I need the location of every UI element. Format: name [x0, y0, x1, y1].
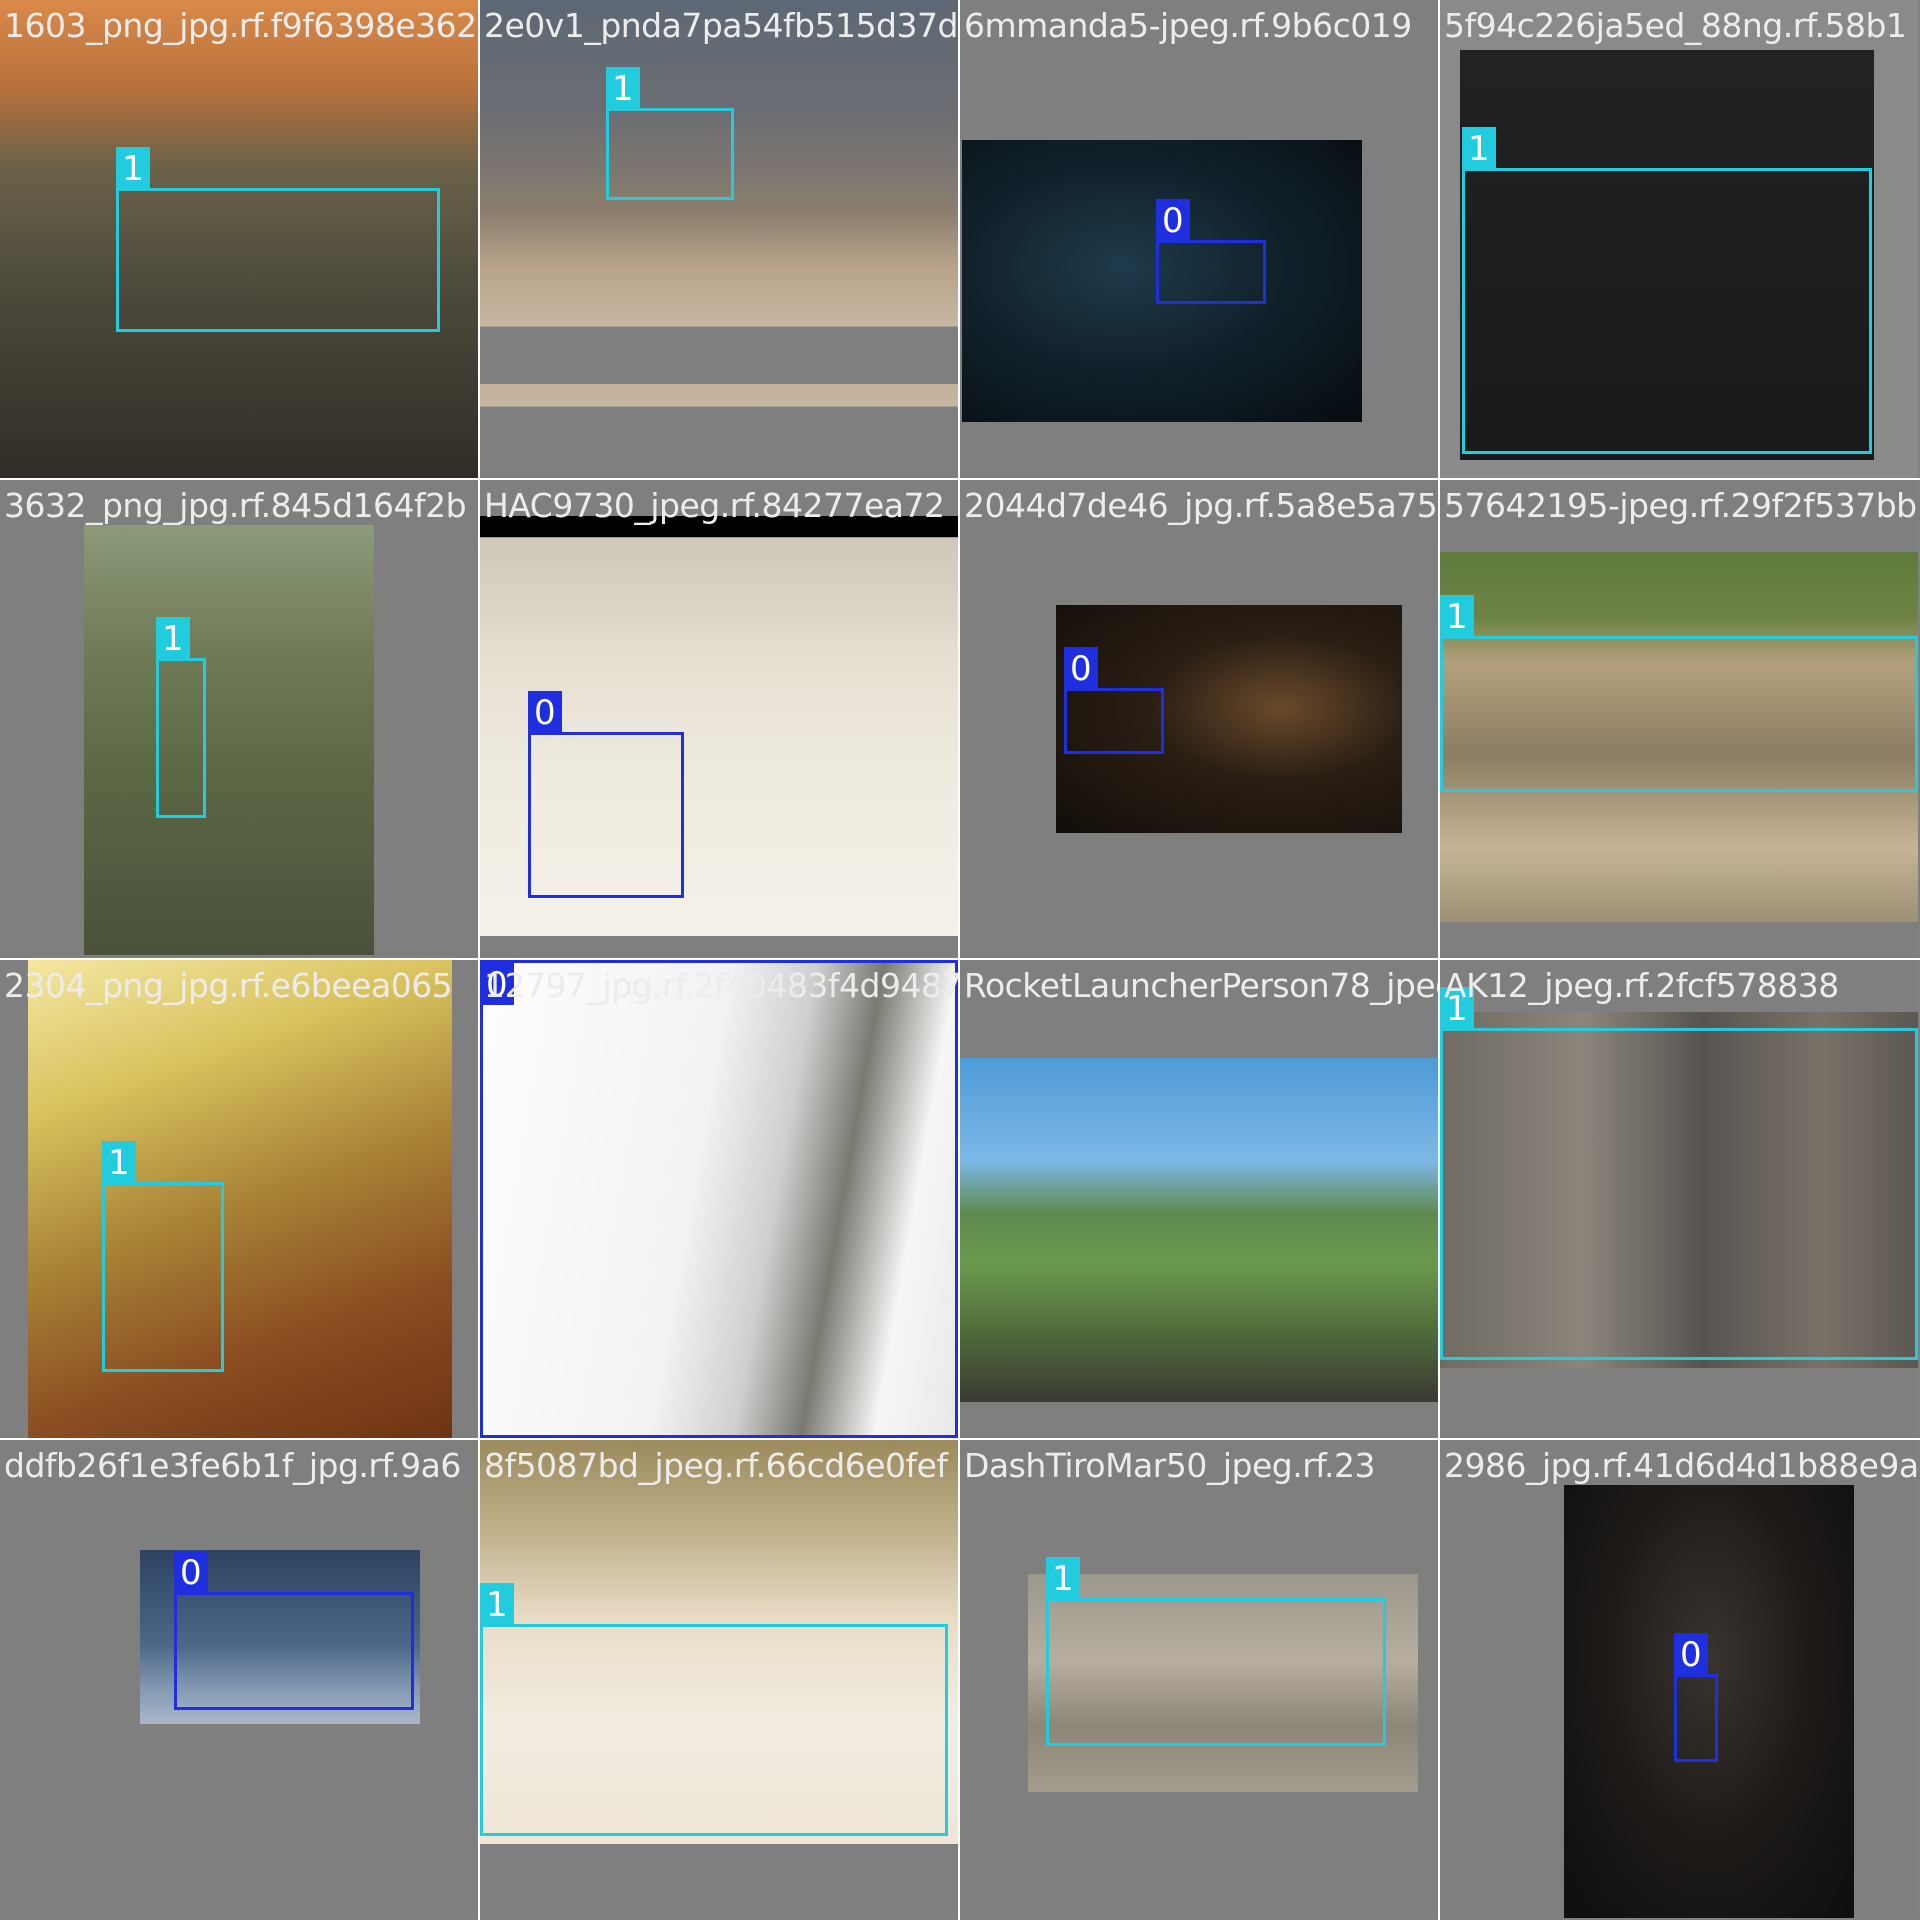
class-label: 0: [174, 1551, 208, 1593]
mosaic-tile: AK12_jpeg.rf.2fcf578838 1: [1440, 960, 1918, 1438]
grid-divider-horizontal: [0, 958, 1920, 960]
mosaic-tile: 6mmanda5-jpeg.rf.9b6c019 0: [960, 0, 1438, 478]
class-label: 1: [1046, 1557, 1080, 1599]
tile-photo: [84, 525, 374, 955]
grid-divider-vertical: [478, 0, 480, 1920]
class-label: 1: [116, 147, 150, 189]
detection-box: 1: [156, 617, 206, 818]
class-label: 0: [528, 691, 562, 733]
grid-divider-vertical: [958, 0, 960, 1920]
mosaic-tile: RocketLauncherPerson78_jpeg.rf.879: [960, 960, 1438, 1438]
class-label: 0: [1156, 199, 1190, 241]
detection-box: 1: [116, 147, 440, 332]
tile-caption: 2986_jpg.rf.41d6d4d1b88e9a: [1444, 1446, 1918, 1485]
class-label: 1: [1440, 595, 1474, 637]
class-label: 1: [480, 1583, 514, 1625]
mosaic-tile: 2044d7de46_jpg.rf.5a8e5a75a9 0: [960, 480, 1438, 958]
mosaic-tile: 57642195-jpeg.rf.29f2f537bba8 1: [1440, 480, 1918, 958]
tile-caption: 2044d7de46_jpg.rf.5a8e5a75a9: [964, 486, 1438, 525]
tile-caption: 5f94c226ja5ed_88ng.rf.58b1: [1444, 6, 1907, 45]
tile-photo: [960, 1058, 1438, 1402]
mosaic-tile: DashTiroMar50_jpeg.rf.23 1: [960, 1440, 1438, 1918]
class-label: 0: [1064, 647, 1098, 689]
tile-caption: HAC9730_jpeg.rf.84277ea72: [484, 486, 945, 525]
detection-box: 1: [1462, 127, 1872, 454]
mosaic-tile: 2986_jpg.rf.41d6d4d1b88e9a 0: [1440, 1440, 1918, 1918]
mosaic-tile: HAC9730_jpeg.rf.84277ea72 0: [480, 480, 958, 958]
class-label: 1: [102, 1141, 136, 1183]
class-label: 0: [1674, 1633, 1708, 1675]
detection-box: 1: [1440, 987, 1918, 1360]
tile-caption: 1603_png_jpg.rf.f9f6398e362507: [4, 6, 478, 45]
tile-caption: RocketLauncherPerson78_jpeg.rf.879: [964, 966, 1438, 1005]
tile-caption: 2304_png_jpg.rf.e6beea065: [4, 966, 453, 1005]
detection-box: 1: [1046, 1557, 1386, 1746]
class-label: 1: [606, 67, 640, 109]
tile-caption: ddfb26f1e3fe6b1f_jpg.rf.9a6: [4, 1446, 461, 1485]
grid-divider-horizontal: [0, 478, 1920, 480]
class-label: 1: [1462, 127, 1496, 169]
tile-caption: 57642195-jpeg.rf.29f2f537bba8: [1444, 486, 1918, 525]
detection-box: 1: [102, 1141, 224, 1372]
tile-caption: 12797_jpg.rf.2f40483f4d94879: [484, 966, 958, 1005]
detection-box: 1: [606, 67, 734, 200]
mosaic-tile: ddfb26f1e3fe6b1f_jpg.rf.9a6 0: [0, 1440, 478, 1918]
grid-divider-vertical: [1438, 0, 1440, 1920]
detection-box: 0: [1674, 1633, 1718, 1762]
tile-photo: [28, 960, 452, 1438]
detection-box: 0: [174, 1551, 414, 1710]
tile-caption: 3632_png_jpg.rf.845d164f2b: [4, 486, 467, 525]
detection-mosaic: 1603_png_jpg.rf.f9f6398e36250712e0v1_pnd…: [0, 0, 1920, 1920]
detection-box: 0: [1064, 647, 1164, 754]
tile-caption: AK12_jpeg.rf.2fcf578838: [1444, 966, 1839, 1005]
mosaic-tile: 8f5087bd_jpeg.rf.66cd6e0fef 1: [480, 1440, 958, 1918]
detection-box: 0: [1156, 199, 1266, 304]
detection-box: 0: [480, 960, 958, 1438]
mosaic-tile: 5f94c226ja5ed_88ng.rf.58b1 1: [1440, 0, 1918, 478]
mosaic-tile: 12797_jpg.rf.2f40483f4d94879 0: [480, 960, 958, 1438]
tile-caption: 8f5087bd_jpeg.rf.66cd6e0fef: [484, 1446, 948, 1485]
tile-caption: 2e0v1_pnda7pa54fb515d37d5c80ac9d45: [484, 6, 958, 45]
mosaic-tile: 2304_png_jpg.rf.e6beea065 1: [0, 960, 478, 1438]
tile-caption: DashTiroMar50_jpeg.rf.23: [964, 1446, 1375, 1485]
detection-box: 0: [528, 691, 684, 898]
mosaic-tile: 3632_png_jpg.rf.845d164f2b 1: [0, 480, 478, 958]
grid-divider-horizontal: [0, 1438, 1920, 1440]
tile-caption: 6mmanda5-jpeg.rf.9b6c019: [964, 6, 1412, 45]
detection-box: 1: [480, 1583, 948, 1836]
mosaic-tile: 1603_png_jpg.rf.f9f6398e362507 1: [0, 0, 478, 478]
class-label: 1: [156, 617, 190, 659]
detection-box: 1: [1440, 595, 1918, 792]
mosaic-tile: 2e0v1_pnda7pa54fb515d37d5c80ac9d45 1: [480, 0, 958, 478]
